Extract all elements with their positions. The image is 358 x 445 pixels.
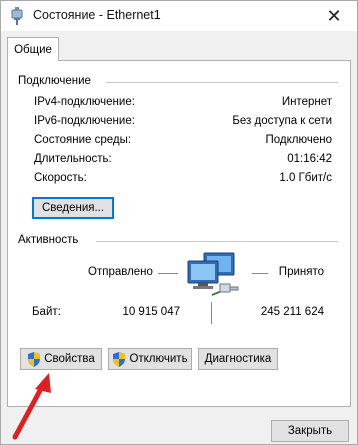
disable-button-label: Отключить bbox=[129, 353, 188, 365]
network-plug-icon bbox=[11, 7, 23, 25]
ipv6-value: Без доступа к сети bbox=[232, 115, 332, 127]
bytes-label: Байт: bbox=[32, 306, 61, 318]
media-state-value: Подключено bbox=[265, 134, 333, 146]
details-button[interactable]: Сведения... bbox=[32, 197, 114, 219]
ipv6-label: IPv6-подключение: bbox=[34, 115, 135, 127]
disable-button[interactable]: Отключить bbox=[108, 348, 192, 370]
details-button-label: Сведения... bbox=[41, 202, 105, 214]
received-label: Принято bbox=[278, 266, 324, 278]
close-window-button[interactable]: ✕ bbox=[311, 1, 357, 31]
diagnose-button-label: Диагностика bbox=[204, 353, 272, 365]
uac-shield-icon bbox=[28, 351, 41, 367]
ipv4-value: Интернет bbox=[281, 96, 332, 108]
tab-general[interactable]: Общие bbox=[7, 37, 59, 61]
media-state-label: Состояние среды: bbox=[34, 134, 132, 146]
connection-group-heading: Подключение bbox=[18, 75, 97, 87]
speed-label: Скорость: bbox=[34, 172, 87, 184]
connection-group-line bbox=[106, 82, 338, 83]
properties-button[interactable]: Свойства bbox=[20, 348, 102, 370]
ipv4-label: IPv4-подключение: bbox=[34, 96, 135, 108]
properties-button-label: Свойства bbox=[44, 353, 95, 365]
close-button[interactable]: Закрыть bbox=[271, 420, 349, 442]
activity-group-heading: Активность bbox=[18, 234, 85, 246]
red-arrow-annotation bbox=[12, 373, 51, 440]
general-tab-panel: Подключение IPv4-подключение: Интернет I… bbox=[7, 60, 351, 407]
activity-group-line bbox=[96, 241, 338, 242]
bytes-divider bbox=[211, 302, 212, 324]
close-icon: ✕ bbox=[326, 5, 342, 26]
window-title: Состояние - Ethernet1 bbox=[33, 8, 161, 22]
status-dialog: Состояние - Ethernet1 ✕ Общие Подключени… bbox=[0, 0, 358, 445]
sent-line bbox=[158, 273, 178, 274]
diagnose-button[interactable]: Диагностика bbox=[198, 348, 278, 370]
close-button-label: Закрыть bbox=[287, 425, 333, 437]
title-bar: Состояние - Ethernet1 ✕ bbox=[1, 1, 357, 31]
network-computers-icon bbox=[187, 252, 239, 296]
bytes-received-value: 245 211 624 bbox=[260, 306, 324, 318]
duration-label: Длительность: bbox=[34, 153, 112, 165]
bytes-sent-value: 10 915 047 bbox=[122, 306, 180, 318]
uac-shield-icon bbox=[113, 351, 126, 367]
tab-label: Общие bbox=[14, 43, 52, 56]
sent-label: Отправлено bbox=[88, 266, 153, 278]
speed-value: 1.0 Гбит/с bbox=[279, 172, 332, 184]
duration-value: 01:16:42 bbox=[287, 153, 332, 165]
received-line bbox=[252, 273, 268, 274]
